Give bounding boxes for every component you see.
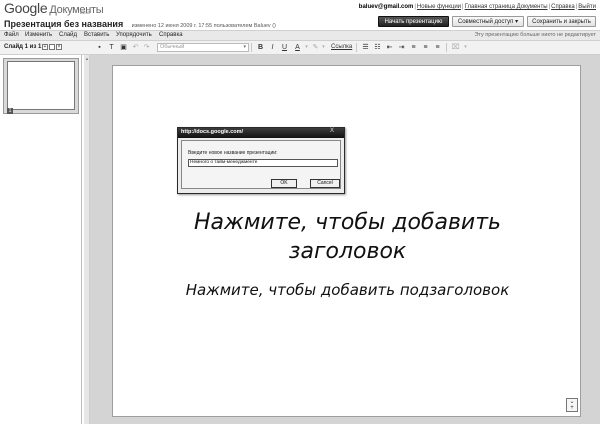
menu-file[interactable]: Файл	[4, 32, 19, 38]
slide-thumbnail[interactable]: 1	[3, 58, 79, 114]
slide-subtitle-placeholder[interactable]: Нажмите, чтобы добавить подзаголовок	[133, 280, 562, 300]
font-style-value: Обычный	[160, 44, 185, 50]
clear-formatting-icon[interactable]: ⌧	[451, 43, 460, 52]
slide-thumbnails-panel: 1	[0, 55, 82, 424]
increase-indent-icon[interactable]: ⇥	[397, 43, 406, 52]
redo-icon[interactable]: ↷	[142, 43, 151, 52]
slide-thumbnail-preview	[7, 61, 75, 110]
add-slide-icon[interactable]: +	[42, 44, 48, 50]
menu-arrange[interactable]: Упорядочить	[116, 32, 152, 38]
bold-icon[interactable]: B	[256, 43, 265, 52]
underline-icon[interactable]: U	[280, 43, 289, 52]
insert-link-button[interactable]: Ссылка	[331, 44, 352, 50]
menu-insert[interactable]: Вставить	[84, 32, 109, 38]
menu-help[interactable]: Справка	[159, 32, 183, 38]
editing-notice: Эту презентацию больше никто не редактир…	[474, 32, 596, 38]
numbered-list-icon[interactable]: ☰	[361, 43, 370, 52]
save-icon[interactable]: ▪	[95, 43, 104, 52]
presentation-name-input[interactable]: Немного о тайм-менеджменте	[188, 159, 338, 167]
text-box-icon[interactable]: T	[107, 43, 116, 52]
rename-dialog: http://docs.google.com/ X Введите новое …	[177, 127, 345, 194]
cancel-button[interactable]: Cancel	[310, 179, 340, 188]
user-links: baluev@gmail.com|Новые функции|Главная с…	[358, 4, 596, 10]
user-email: baluev@gmail.com	[358, 4, 414, 10]
slide-counter: Слайд 1 из 1	[4, 44, 42, 50]
slide-thumbnail-number: 1	[7, 108, 13, 114]
menu-bar: Файл Изменить Слайд Вставить Упорядочить…	[0, 30, 600, 41]
docs-home-link[interactable]: Главная страница Документы	[465, 4, 548, 10]
duplicate-slide-icon[interactable]	[49, 44, 55, 50]
document-title[interactable]: Презентация без названия	[4, 19, 123, 29]
share-button[interactable]: Совместный доступ ▾	[452, 16, 524, 27]
text-color-dropdown-icon[interactable]: ▾	[302, 43, 311, 52]
font-style-select[interactable]: Обычный ▾	[157, 43, 249, 52]
align-right-icon[interactable]: ≡	[433, 43, 442, 52]
align-left-icon[interactable]: ≡	[409, 43, 418, 52]
menu-edit[interactable]: Изменить	[25, 32, 52, 38]
sign-out-link[interactable]: Выйти	[578, 4, 596, 10]
dialog-title: http://docs.google.com/	[181, 129, 244, 135]
new-features-link[interactable]: Новые функции	[417, 4, 461, 10]
ok-button[interactable]: OK	[271, 179, 297, 188]
speaker-notes-icon[interactable]: ⌄ +	[566, 398, 578, 412]
edit-info: изменено 12 июня 2009 г. 17:55 пользоват…	[131, 23, 276, 29]
start-presentation-button[interactable]: Начать презентацию	[378, 16, 449, 27]
slide-canvas[interactable]: Нажмите, чтобы добавить заголовок Нажмит…	[112, 65, 581, 417]
save-and-close-button[interactable]: Сохранить и закрыть	[527, 16, 596, 27]
italic-icon[interactable]: I	[268, 43, 277, 52]
chevron-down-icon: ▾	[243, 44, 246, 50]
bulleted-list-icon[interactable]: ☷	[373, 43, 382, 52]
undo-icon[interactable]: ↶	[131, 43, 140, 52]
align-center-icon[interactable]: ≡	[421, 43, 430, 52]
close-icon[interactable]: X	[330, 128, 334, 134]
dialog-titlebar: http://docs.google.com/ X	[178, 128, 344, 138]
slide-editing-area: Нажмите, чтобы добавить заголовок Нажмит…	[90, 55, 600, 424]
dialog-body: Введите новое название презентации: Немн…	[181, 140, 341, 189]
more-options-dropdown-icon[interactable]: ▾	[461, 43, 470, 52]
decrease-indent-icon[interactable]: ⇤	[385, 43, 394, 52]
delete-slide-icon[interactable]: ×	[56, 44, 62, 50]
highlight-dropdown-icon[interactable]: ▾	[319, 43, 328, 52]
menu-slide[interactable]: Слайд	[59, 32, 77, 38]
slide-title-placeholder[interactable]: Нажмите, чтобы добавить заголовок	[133, 208, 562, 266]
insert-image-icon[interactable]: ▣	[119, 43, 128, 52]
toolbar: Слайд 1 из 1 + × ▪ T ▣ ↶ ↷ Обычный ▾ B I…	[0, 41, 600, 55]
help-link[interactable]: Справка	[551, 4, 575, 10]
text-color-icon[interactable]: A	[293, 43, 302, 52]
dialog-prompt: Введите новое название презентации:	[188, 150, 278, 156]
